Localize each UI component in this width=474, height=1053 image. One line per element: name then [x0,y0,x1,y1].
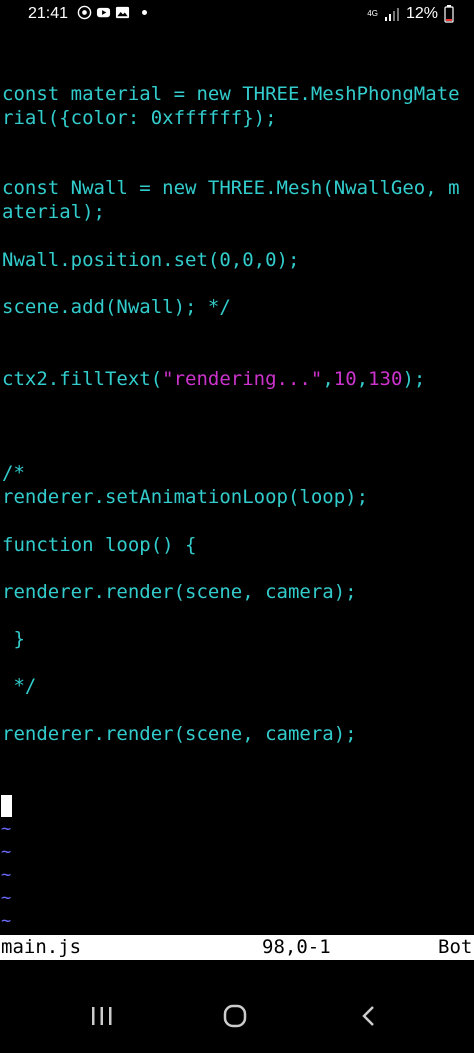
back-icon [362,1006,374,1026]
notification-app-icon [77,5,92,20]
empty-line-marker: ~ [1,865,12,885]
back-button[interactable] [348,998,388,1034]
status-bar: 21:41 4G 12% [0,0,474,30]
cursor-position: 98,0-1 [262,936,331,958]
system-indicators: 4G 12% [367,5,454,23]
youtube-icon [96,7,111,18]
empty-line-marker: ~ [1,888,12,908]
empty-line-marker: ~ [1,842,12,862]
string-literal: "rendering..." [162,368,323,390]
recent-apps-button[interactable] [82,998,122,1034]
code-line: aterial); [2,201,105,223]
scroll-position: Bot [438,936,473,958]
battery-icon [444,5,454,23]
signal-icon [384,8,399,21]
code-line: rial({color: 0xffffff}); [2,107,277,129]
code-line: function loop() { [2,534,197,556]
file-name: main.js [1,936,82,958]
code-token: , [356,368,369,390]
code-line: const Nwall = new THREE.Mesh(NwallGeo, m [2,177,460,199]
home-button[interactable] [215,998,255,1034]
home-icon [223,1004,247,1028]
recent-apps-icon [92,1007,112,1025]
battery-percent: 12% [405,5,438,22]
code-line: scene.add(Nwall); */ [2,296,231,318]
text-cursor [1,795,12,817]
code-line: renderer.render(scene, camera); [2,581,357,603]
number-literal: 130 [368,368,403,390]
code-token: ctx2.fillText( [2,368,163,390]
code-line: renderer.setAnimationLoop(loop); [2,486,369,508]
code-line: renderer.render(scene, camera); [2,723,357,745]
gallery-icon [115,6,130,19]
vim-status-line: main.js 98,0-1 Bot [0,935,474,960]
code-line: ctx2.fillText("rendering...",10,130); [2,368,425,390]
code-line: */ [2,675,37,697]
code-line: } [2,628,25,650]
network-type: 4G [367,9,378,18]
number-literal: 10 [333,368,357,390]
code-line: /* [2,462,25,484]
empty-line-marker: ~ [1,819,12,839]
code-token: ); [402,368,426,390]
empty-line-marker: ~ [1,911,12,931]
more-notifications-dot [142,10,147,15]
navigation-bar [0,983,474,1053]
code-token: , [322,368,334,390]
code-line: Nwall.position.set(0,0,0); [2,249,300,271]
clock: 21:41 [28,5,69,22]
notification-icons [77,5,147,20]
code-line: const material = new THREE.MeshPhongMate [2,83,460,105]
